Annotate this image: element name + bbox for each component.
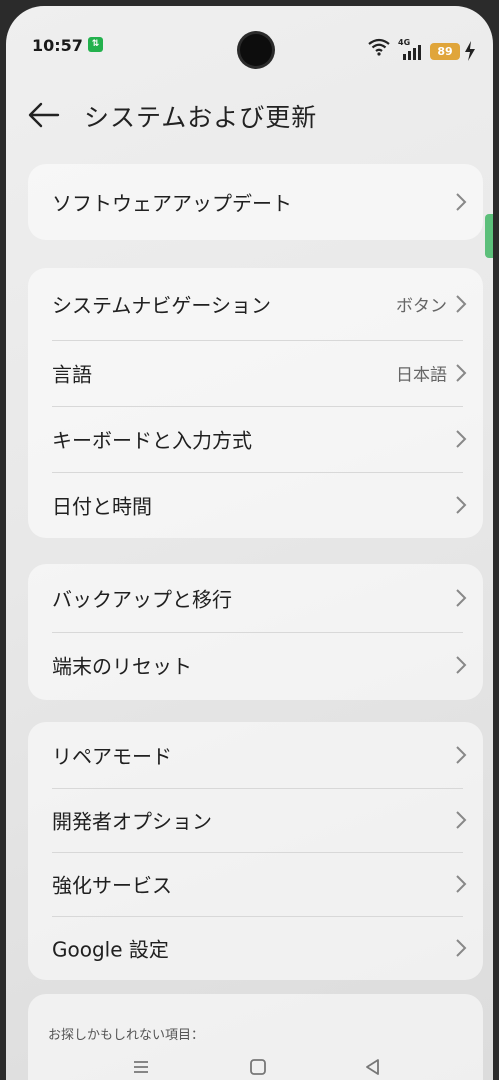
chevron-right-icon bbox=[456, 811, 467, 829]
wifi-icon bbox=[368, 38, 390, 56]
chevron-right-icon bbox=[456, 656, 467, 674]
date-time-item[interactable]: 日付と時間 bbox=[28, 472, 483, 538]
home-icon[interactable] bbox=[247, 1056, 269, 1078]
developer-options-item[interactable]: 開発者オプション bbox=[28, 788, 483, 852]
chevron-right-icon bbox=[456, 939, 467, 957]
item-value: ボタン bbox=[396, 296, 447, 317]
settings-card-system: システムナビゲーション ボタン 言語 日本語 キーボードと入力方式 日付と時間 bbox=[28, 268, 483, 538]
data-transfer-icon: ⇅ bbox=[88, 37, 103, 52]
camera-cutout bbox=[240, 34, 272, 66]
item-label: リペアモード bbox=[52, 744, 172, 769]
backup-migration-item[interactable]: バックアップと移行 bbox=[28, 564, 483, 632]
keyboard-input-item[interactable]: キーボードと入力方式 bbox=[28, 406, 483, 472]
device-reset-item[interactable]: 端末のリセット bbox=[28, 632, 483, 698]
battery-level: 89 bbox=[430, 43, 460, 60]
chevron-right-icon bbox=[456, 496, 467, 514]
status-bar: 10:57 ⇅ 4G 89 bbox=[6, 6, 493, 76]
chevron-right-icon bbox=[456, 295, 467, 313]
item-label: ソフトウェアアップデート bbox=[52, 191, 292, 216]
back-icon[interactable] bbox=[362, 1056, 384, 1078]
menu-icon[interactable] bbox=[130, 1056, 152, 1078]
settings-card-updates: ソフトウェアアップデート bbox=[28, 164, 483, 240]
chevron-right-icon bbox=[456, 193, 467, 211]
language-item[interactable]: 言語 日本語 bbox=[28, 340, 483, 406]
system-navigation-item[interactable]: システムナビゲーション ボタン bbox=[28, 268, 483, 340]
item-label: システムナビゲーション bbox=[52, 293, 271, 318]
edge-panel-handle[interactable] bbox=[485, 214, 493, 258]
signal-icon bbox=[403, 45, 421, 60]
chevron-right-icon bbox=[456, 589, 467, 607]
enhanced-services-item[interactable]: 強化サービス bbox=[28, 852, 483, 916]
item-label: 強化サービス bbox=[52, 873, 172, 898]
chevron-right-icon bbox=[456, 430, 467, 448]
back-arrow-icon[interactable] bbox=[28, 101, 60, 129]
page-title: システムおよび更新 bbox=[84, 103, 318, 132]
item-label: Google 設定 bbox=[52, 937, 169, 962]
repair-mode-item[interactable]: リペアモード bbox=[28, 722, 483, 788]
chevron-right-icon bbox=[456, 746, 467, 764]
page-header: システムおよび更新 bbox=[6, 86, 493, 146]
google-settings-item[interactable]: Google 設定 bbox=[28, 916, 483, 980]
item-label: 端末のリセット bbox=[52, 654, 192, 679]
software-update-item[interactable]: ソフトウェアアップデート bbox=[28, 164, 483, 240]
settings-card-backup: バックアップと移行 端末のリセット bbox=[28, 564, 483, 700]
chevron-right-icon bbox=[456, 875, 467, 893]
item-label: 開発者オプション bbox=[52, 809, 212, 834]
settings-card-advanced: リペアモード 開発者オプション 強化サービス Google 設定 bbox=[28, 722, 483, 980]
chevron-right-icon bbox=[456, 364, 467, 382]
phone-screen: 10:57 ⇅ 4G 89 システムおよび更新 ソフトウェアアップデート システ… bbox=[6, 6, 493, 1080]
item-value: 日本語 bbox=[396, 365, 447, 386]
system-navbar bbox=[6, 1046, 493, 1080]
item-label: キーボードと入力方式 bbox=[52, 428, 252, 453]
suggestions-heading: お探しかもしれない項目： bbox=[48, 1028, 205, 1043]
item-label: 日付と時間 bbox=[52, 494, 152, 519]
item-label: バックアップと移行 bbox=[52, 587, 232, 612]
item-label: 言語 bbox=[52, 362, 92, 387]
status-time: 10:57 bbox=[32, 36, 83, 55]
charging-icon bbox=[465, 41, 475, 61]
